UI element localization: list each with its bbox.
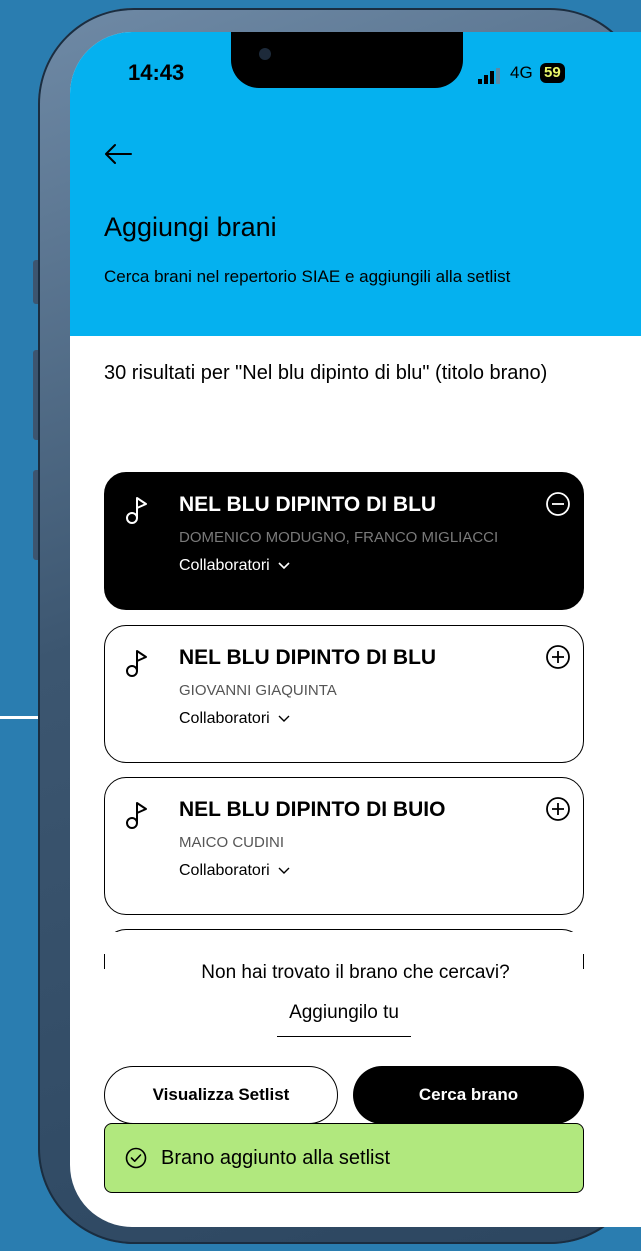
battery-indicator: 59 [540, 63, 565, 83]
not-found-text: Non hai trovato il brano che cercavi? [201, 962, 510, 983]
search-song-button[interactable]: Cerca brano [353, 1066, 584, 1124]
collaborators-toggle[interactable]: Collaboratori [179, 710, 290, 728]
remove-circle-icon[interactable] [545, 491, 571, 517]
page-subtitle: Cerca brani nel repertorio SIAE e aggiun… [104, 267, 511, 286]
back-arrow-icon[interactable] [103, 142, 133, 166]
toast-message: Brano aggiunto alla setlist [161, 1146, 391, 1169]
collaborators-label: Collaboratori [179, 862, 270, 879]
collaborators-label: Collaboratori [179, 710, 270, 727]
song-title: NEL BLU DIPINTO DI BUIO [179, 798, 446, 821]
chevron-down-icon [278, 715, 290, 722]
add-circle-icon[interactable] [545, 644, 571, 670]
list-fade [70, 932, 641, 954]
collaborators-toggle[interactable]: Collaboratori [179, 862, 290, 880]
phone-screen: 14:43 4G 59 Aggiungi brani Cerca brani n… [70, 32, 641, 1227]
music-note-icon [126, 497, 147, 524]
song-card-selected[interactable]: NEL BLU DIPINTO DI BLU DOMENICO MODUGNO,… [104, 472, 584, 610]
song-title: NEL BLU DIPINTO DI BLU [179, 493, 437, 516]
dynamic-island [231, 32, 463, 88]
song-card[interactable]: NEL BLU DIPINTO DI BUIO MAICO CUDINI Col… [104, 777, 584, 915]
music-note-icon [126, 650, 147, 677]
view-setlist-button[interactable]: Visualizza Setlist [104, 1066, 338, 1124]
results-count: 30 risultati per "Nel blu dipinto di blu… [104, 362, 548, 384]
check-circle-icon [125, 1147, 147, 1169]
camera-lens [259, 48, 271, 60]
page-title: Aggiungi brani [104, 212, 277, 242]
add-yourself-link[interactable]: Aggiungilo tu [277, 1002, 411, 1037]
chevron-down-icon [278, 562, 290, 570]
song-authors: GIOVANNI GIAQUINTA [179, 682, 337, 699]
toast-notification: Brano aggiunto alla setlist [104, 1123, 584, 1193]
music-note-icon [126, 802, 147, 829]
collaborators-label: Collaboratori [179, 557, 270, 574]
signal-icon [478, 68, 500, 84]
song-card[interactable]: NEL BLU DIPINTO DI BLU GIOVANNI GIAQUINT… [104, 625, 584, 763]
song-authors: MAICO CUDINI [179, 834, 284, 851]
collaborators-toggle[interactable]: Collaboratori [179, 557, 290, 575]
add-circle-icon[interactable] [545, 796, 571, 822]
chevron-down-icon [278, 867, 290, 874]
song-title: NEL BLU DIPINTO DI BLU [179, 646, 437, 669]
song-authors: DOMENICO MODUGNO, FRANCO MIGLIACCI [179, 529, 499, 546]
network-type: 4G [510, 63, 533, 82]
status-time: 14:43 [128, 60, 185, 85]
